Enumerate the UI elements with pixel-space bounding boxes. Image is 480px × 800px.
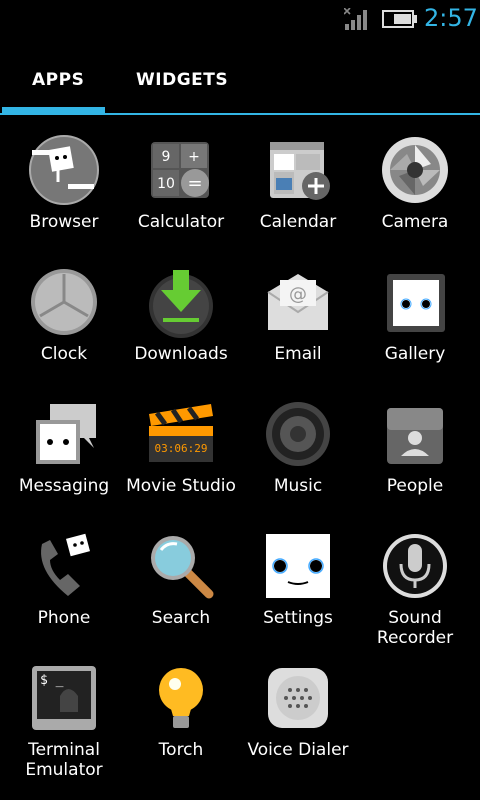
app-grid: Browser 9 + 10 = Calculator Calendar Cam…	[0, 124, 480, 800]
terminal-prompt: $ _	[40, 673, 64, 688]
app-terminal-emulator[interactable]: $ _ Terminal Emulator	[5, 656, 123, 788]
app-label: Sound Recorder	[376, 608, 454, 648]
app-label: Gallery	[384, 344, 446, 364]
app-label: Browser	[29, 212, 99, 232]
terminal-icon: $ _	[28, 662, 100, 734]
app-label: Music	[273, 476, 323, 496]
app-search[interactable]: Search	[122, 524, 240, 656]
app-calculator[interactable]: 9 + 10 = Calculator	[122, 128, 240, 260]
dialpad-icon	[262, 662, 334, 734]
app-label: Search	[151, 608, 211, 628]
app-label: Clock	[40, 344, 88, 364]
battery-icon	[382, 10, 417, 28]
contacts-icon	[379, 398, 451, 470]
calc-key-plus: +	[188, 149, 200, 165]
app-calendar[interactable]: Calendar	[239, 128, 357, 260]
app-people[interactable]: People	[356, 392, 474, 524]
status-clock: 2:57	[424, 4, 478, 32]
tab-divider	[0, 113, 480, 115]
app-movie-studio[interactable]: 03:06:29 Movie Studio	[122, 392, 240, 524]
app-camera[interactable]: Camera	[356, 128, 474, 260]
app-label: Email	[274, 344, 322, 364]
svg-text:@: @	[289, 284, 307, 305]
app-clock[interactable]: Clock	[5, 260, 123, 392]
app-browser[interactable]: Browser	[5, 128, 123, 260]
app-messaging[interactable]: Messaging	[5, 392, 123, 524]
app-torch[interactable]: Torch	[122, 656, 240, 788]
tab-bar: APPS WIDGETS	[0, 50, 480, 116]
app-label: Camera	[381, 212, 449, 232]
app-label: Voice Dialer	[247, 740, 349, 760]
camera-icon	[379, 134, 451, 206]
app-label: Messaging	[18, 476, 110, 496]
calculator-icon: 9 + 10 =	[145, 134, 217, 206]
calc-key-9: 9	[162, 149, 171, 165]
messaging-icon	[28, 398, 100, 470]
settings-icon	[262, 530, 334, 602]
app-voice-dialer[interactable]: Voice Dialer	[239, 656, 357, 788]
app-label: Downloads	[134, 344, 228, 364]
calc-key-10: 10	[157, 176, 175, 192]
tab-widgets[interactable]: WIDGETS	[136, 70, 228, 90]
browser-icon	[28, 134, 100, 206]
app-music[interactable]: Music	[239, 392, 357, 524]
app-email[interactable]: @ Email	[239, 260, 357, 392]
download-icon	[145, 266, 217, 338]
app-label: Terminal Emulator	[25, 740, 103, 780]
clapperboard-timecode: 03:06:29	[155, 442, 208, 455]
phone-icon	[28, 530, 100, 602]
app-downloads[interactable]: Downloads	[122, 260, 240, 392]
clapperboard-icon: 03:06:29	[145, 398, 217, 470]
search-icon	[145, 530, 217, 602]
app-label: Settings	[263, 608, 333, 628]
lightbulb-icon	[145, 662, 217, 734]
tab-apps[interactable]: APPS	[32, 70, 84, 90]
app-gallery[interactable]: Gallery	[356, 260, 474, 392]
email-icon: @	[262, 266, 334, 338]
app-phone[interactable]: Phone	[5, 524, 123, 656]
gallery-icon	[379, 266, 451, 338]
app-label: People	[386, 476, 444, 496]
signal-icon	[344, 8, 367, 30]
status-bar: 2:57	[0, 0, 480, 38]
app-label: Calendar	[259, 212, 337, 232]
app-label: Movie Studio	[126, 476, 236, 496]
clock-icon	[28, 266, 100, 338]
speaker-icon	[262, 398, 334, 470]
app-label: Calculator	[137, 212, 225, 232]
app-label: Phone	[37, 608, 91, 628]
calc-key-equals: =	[187, 173, 202, 194]
calendar-icon	[262, 134, 334, 206]
microphone-icon	[379, 530, 451, 602]
app-sound-recorder[interactable]: Sound Recorder	[356, 524, 474, 656]
app-label: Torch	[158, 740, 204, 760]
app-settings[interactable]: Settings	[239, 524, 357, 656]
